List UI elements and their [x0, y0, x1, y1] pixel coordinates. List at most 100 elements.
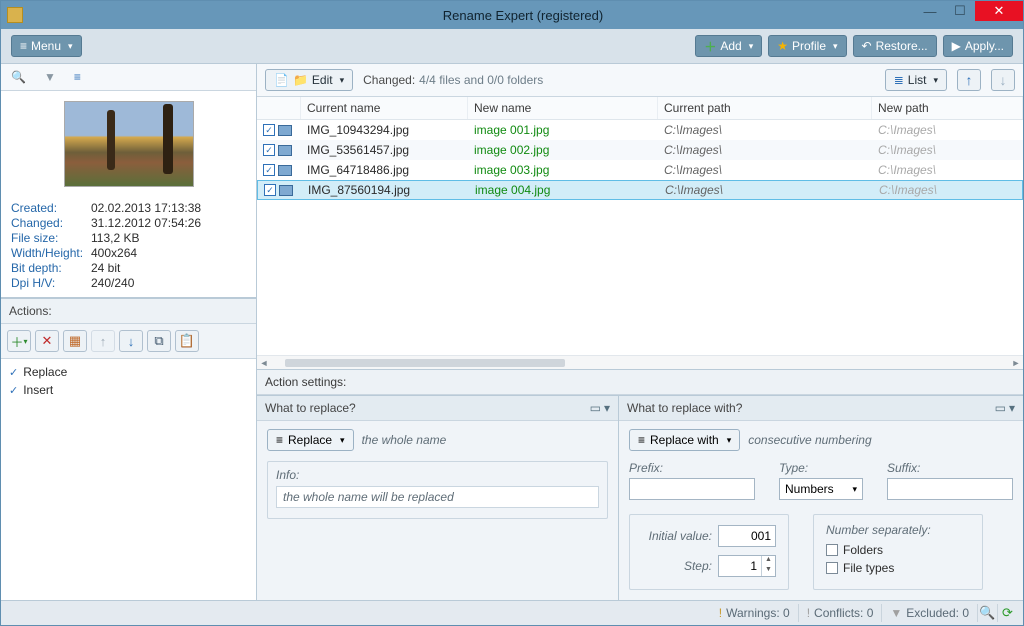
- wh-label: Width/Height:: [11, 246, 91, 260]
- actions-list: ✓ Replace ✓ Insert: [1, 359, 256, 600]
- titlebar: Rename Expert (registered) — ☐ ✕: [1, 1, 1023, 29]
- action-item-replace[interactable]: ✓ Replace: [1, 363, 256, 381]
- warnings-status[interactable]: !Warnings: 0: [711, 604, 798, 622]
- bit-value: 24 bit: [91, 261, 120, 275]
- restore-button[interactable]: ↶ Restore...: [853, 35, 937, 57]
- minimize-button[interactable]: —: [915, 1, 945, 21]
- chevron-down-icon[interactable]: ▾: [1009, 401, 1015, 415]
- window-icon[interactable]: ▭: [590, 401, 601, 415]
- folders-checkbox-row[interactable]: Folders: [826, 543, 970, 557]
- add-action-button[interactable]: ＋▾: [7, 330, 31, 352]
- duplicate-button[interactable]: ⧉: [147, 330, 171, 352]
- col-new-path[interactable]: New path: [872, 97, 1023, 119]
- dpi-label: Dpi H/V:: [11, 276, 91, 290]
- row-checkbox[interactable]: ✓: [263, 164, 275, 176]
- list-label: List: [908, 73, 927, 87]
- remove-action-button[interactable]: ✕: [35, 330, 59, 352]
- table-row[interactable]: ✓IMG_87560194.jpgimage 004.jpgC:\Images\…: [257, 180, 1023, 200]
- col-current-path[interactable]: Current path: [658, 97, 872, 119]
- current-name-cell: IMG_87560194.jpg: [302, 183, 469, 197]
- chevron-down-icon: ▾: [340, 435, 345, 446]
- current-path-cell: C:\Images\: [658, 123, 872, 137]
- filter-icon[interactable]: ▼: [44, 70, 56, 84]
- col-new-name[interactable]: New name: [468, 97, 658, 119]
- check-icon: ✓: [9, 366, 18, 379]
- list-icon[interactable]: ≡: [74, 70, 81, 84]
- window-icon[interactable]: ▭: [995, 401, 1006, 415]
- image-file-icon: [278, 145, 292, 156]
- maximize-button[interactable]: ☐: [945, 1, 975, 21]
- created-label: Created:: [11, 201, 91, 215]
- list-view-button[interactable]: ≣ List ▾: [885, 69, 947, 91]
- excluded-status[interactable]: ▼Excluded: 0: [881, 604, 977, 622]
- suffix-input[interactable]: [887, 478, 1013, 500]
- image-file-icon: [278, 165, 292, 176]
- file-metadata: Created:02.02.2013 17:13:38 Changed:31.1…: [1, 197, 256, 301]
- filetypes-checkbox-row[interactable]: File types: [826, 561, 970, 575]
- restore-label: Restore...: [876, 39, 928, 53]
- plus-icon: ＋: [704, 38, 716, 55]
- conflicts-status[interactable]: !Conflicts: 0: [798, 604, 882, 622]
- replace-btn-label: Replace: [288, 433, 332, 447]
- image-file-icon: [279, 185, 293, 196]
- add-button[interactable]: ＋ Add ▾: [695, 35, 762, 57]
- conflict-icon: !: [807, 606, 810, 620]
- sort-down-button[interactable]: ↓: [991, 69, 1015, 91]
- move-up-button[interactable]: ↑: [91, 330, 115, 352]
- row-checkbox[interactable]: ✓: [264, 184, 276, 196]
- initial-value-input[interactable]: 001: [718, 525, 776, 547]
- profile-label: Profile: [792, 39, 826, 53]
- table-row[interactable]: ✓IMG_64718486.jpgimage 003.jpgC:\Images\…: [257, 160, 1023, 180]
- new-path-cell: C:\Images\: [872, 123, 1023, 137]
- edit-button[interactable]: 📄 📁 Edit ▾: [265, 69, 353, 91]
- app-icon: [7, 7, 23, 23]
- edit-label: Edit: [312, 73, 333, 87]
- star-icon: ★: [777, 39, 788, 53]
- actions-toolbar: ＋▾ ✕ ▦ ↑ ↓ ⧉ 📋: [1, 324, 256, 359]
- filetypes-label: File types: [843, 561, 894, 575]
- copy-button[interactable]: 📋: [175, 330, 199, 352]
- list-lines-icon: ≣: [894, 73, 904, 87]
- close-button[interactable]: ✕: [975, 1, 1023, 21]
- horizontal-scrollbar[interactable]: ◄ ►: [257, 355, 1023, 369]
- preview-toolbar: 🔍 ▼ ≡: [1, 64, 256, 91]
- apply-button[interactable]: ▶ Apply...: [943, 35, 1013, 57]
- menu-button[interactable]: ≡ Menu ▾: [11, 35, 82, 57]
- current-name-cell: IMG_64718486.jpg: [301, 163, 468, 177]
- row-checkbox[interactable]: ✓: [263, 124, 275, 136]
- chevron-down-icon[interactable]: ▾: [604, 401, 610, 415]
- new-path-cell: C:\Images\: [872, 163, 1023, 177]
- table-row[interactable]: ✓IMG_53561457.jpgimage 002.jpgC:\Images\…: [257, 140, 1023, 160]
- main-toolbar: ≡ Menu ▾ ＋ Add ▾ ★ Profile ▾ ↶ Restore..…: [1, 29, 1023, 64]
- menu-lines-icon: ≡: [276, 433, 283, 447]
- search-icon[interactable]: 🔍: [11, 70, 26, 84]
- row-checkbox[interactable]: ✓: [263, 144, 275, 156]
- chevron-down-icon: ▾: [749, 41, 754, 52]
- document-icon: 📄: [274, 73, 289, 87]
- replace-with-button[interactable]: ≡ Replace with ▾: [629, 429, 740, 451]
- col-current-name[interactable]: Current name: [301, 97, 468, 119]
- replace-with-header: What to replace with? ▭▾: [619, 396, 1023, 421]
- sort-up-button[interactable]: ↑: [957, 69, 981, 91]
- type-label: Type:: [779, 461, 863, 475]
- new-name-cell: image 004.jpg: [469, 183, 659, 197]
- move-down-button[interactable]: ↓: [119, 330, 143, 352]
- refresh-button[interactable]: ⟳: [997, 604, 1017, 622]
- replace-with-btn-label: Replace with: [650, 433, 719, 447]
- info-text: the whole name will be replaced: [276, 486, 599, 508]
- prefix-label: Prefix:: [629, 461, 755, 475]
- type-select[interactable]: Numbers ▾: [779, 478, 863, 500]
- clear-actions-button[interactable]: ▦: [63, 330, 87, 352]
- prefix-input[interactable]: [629, 478, 755, 500]
- profile-button[interactable]: ★ Profile ▾: [768, 35, 846, 57]
- chevron-down-icon: ▾: [727, 435, 732, 446]
- menu-icon: ≡: [20, 39, 27, 53]
- step-input[interactable]: 1▲▼: [718, 555, 776, 577]
- table-row[interactable]: ✓IMG_10943294.jpgimage 001.jpgC:\Images\…: [257, 120, 1023, 140]
- find-button[interactable]: 🔍: [977, 604, 997, 622]
- step-label: Step:: [642, 559, 712, 573]
- replace-mode-button[interactable]: ≡ Replace ▾: [267, 429, 354, 451]
- size-label: File size:: [11, 231, 91, 245]
- action-item-insert[interactable]: ✓ Insert: [1, 381, 256, 399]
- actions-header: Actions:: [1, 298, 256, 324]
